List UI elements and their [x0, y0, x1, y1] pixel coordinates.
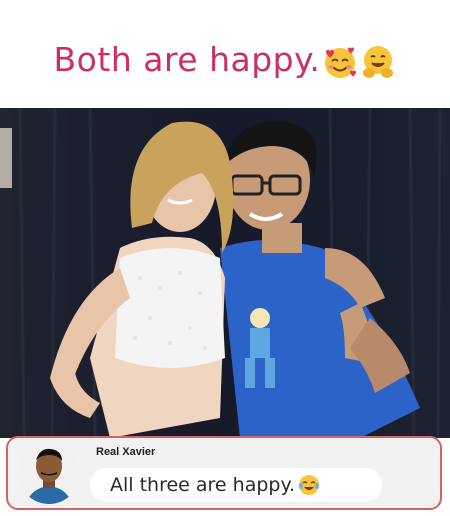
caption-text: Both are happy.: [53, 40, 321, 80]
laughing-tears-icon: [299, 475, 320, 495]
avatar[interactable]: [18, 442, 80, 504]
hugging-face-icon: [363, 45, 394, 78]
smiling-face-with-hearts-icon: [325, 47, 357, 78]
avatar-portrait-icon: [18, 442, 80, 504]
photo-illustration: [0, 108, 450, 438]
comment-bubble: All three are happy.: [90, 468, 382, 502]
caption-header: Both are happy.: [0, 0, 450, 108]
photo: [0, 108, 450, 438]
caption-line: Both are happy.: [54, 40, 397, 80]
commenter-name[interactable]: Real Xavier: [96, 446, 155, 458]
comment-text: All three are happy.: [110, 474, 296, 496]
comment-card: Real Xavier All three are happy.: [6, 436, 442, 510]
